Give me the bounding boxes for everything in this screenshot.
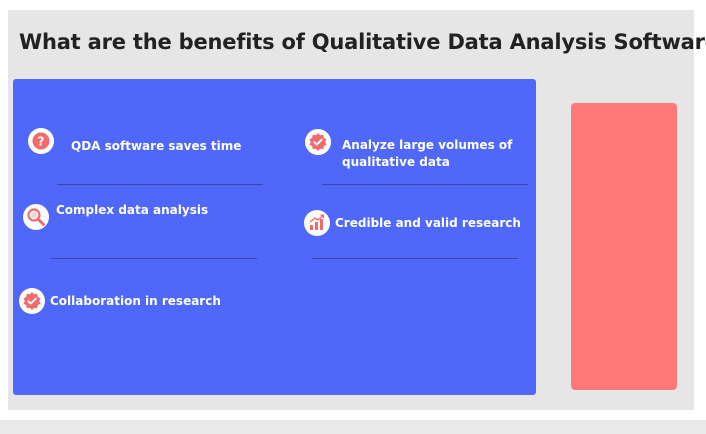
svg-text:?: ? (38, 135, 45, 149)
page-title: What are the benefits of Qualitative Dat… (19, 30, 706, 54)
question-icon: ? (28, 128, 54, 154)
benefit-item-collaboration: Collaboration in research (19, 288, 221, 314)
benefit-label: QDA software saves time (71, 139, 242, 153)
benefit-item-complex-analysis: Complex data analysis (23, 203, 209, 230)
divider-line (322, 184, 528, 185)
benefit-label: Complex data analysis (56, 203, 209, 217)
divider-line (57, 184, 263, 185)
side-panel (571, 103, 677, 390)
benefit-label: Collaboration in research (50, 294, 221, 308)
benefit-label-line1: Analyze large volumes of (342, 138, 513, 152)
magnifier-icon (23, 204, 49, 230)
bar-chart-icon (304, 210, 330, 236)
check-badge-icon (305, 129, 331, 155)
benefit-label-line2: qualitative data (342, 155, 450, 169)
bottom-strip (0, 420, 706, 434)
check-badge-icon (19, 288, 45, 314)
divider-line (312, 258, 518, 259)
benefits-panel (13, 79, 536, 395)
benefit-label: Analyze large volumes of qualitative dat… (342, 137, 512, 171)
benefit-item-large-volumes: Analyze large volumes of qualitative dat… (305, 129, 512, 171)
divider-line (51, 258, 257, 259)
benefit-label: Credible and valid research (335, 216, 521, 230)
benefit-item-saves-time: ? QDA software saves time (28, 128, 241, 155)
benefit-item-credible-research: Credible and valid research (304, 210, 521, 236)
page-frame: What are the benefits of Qualitative Dat… (0, 0, 706, 434)
